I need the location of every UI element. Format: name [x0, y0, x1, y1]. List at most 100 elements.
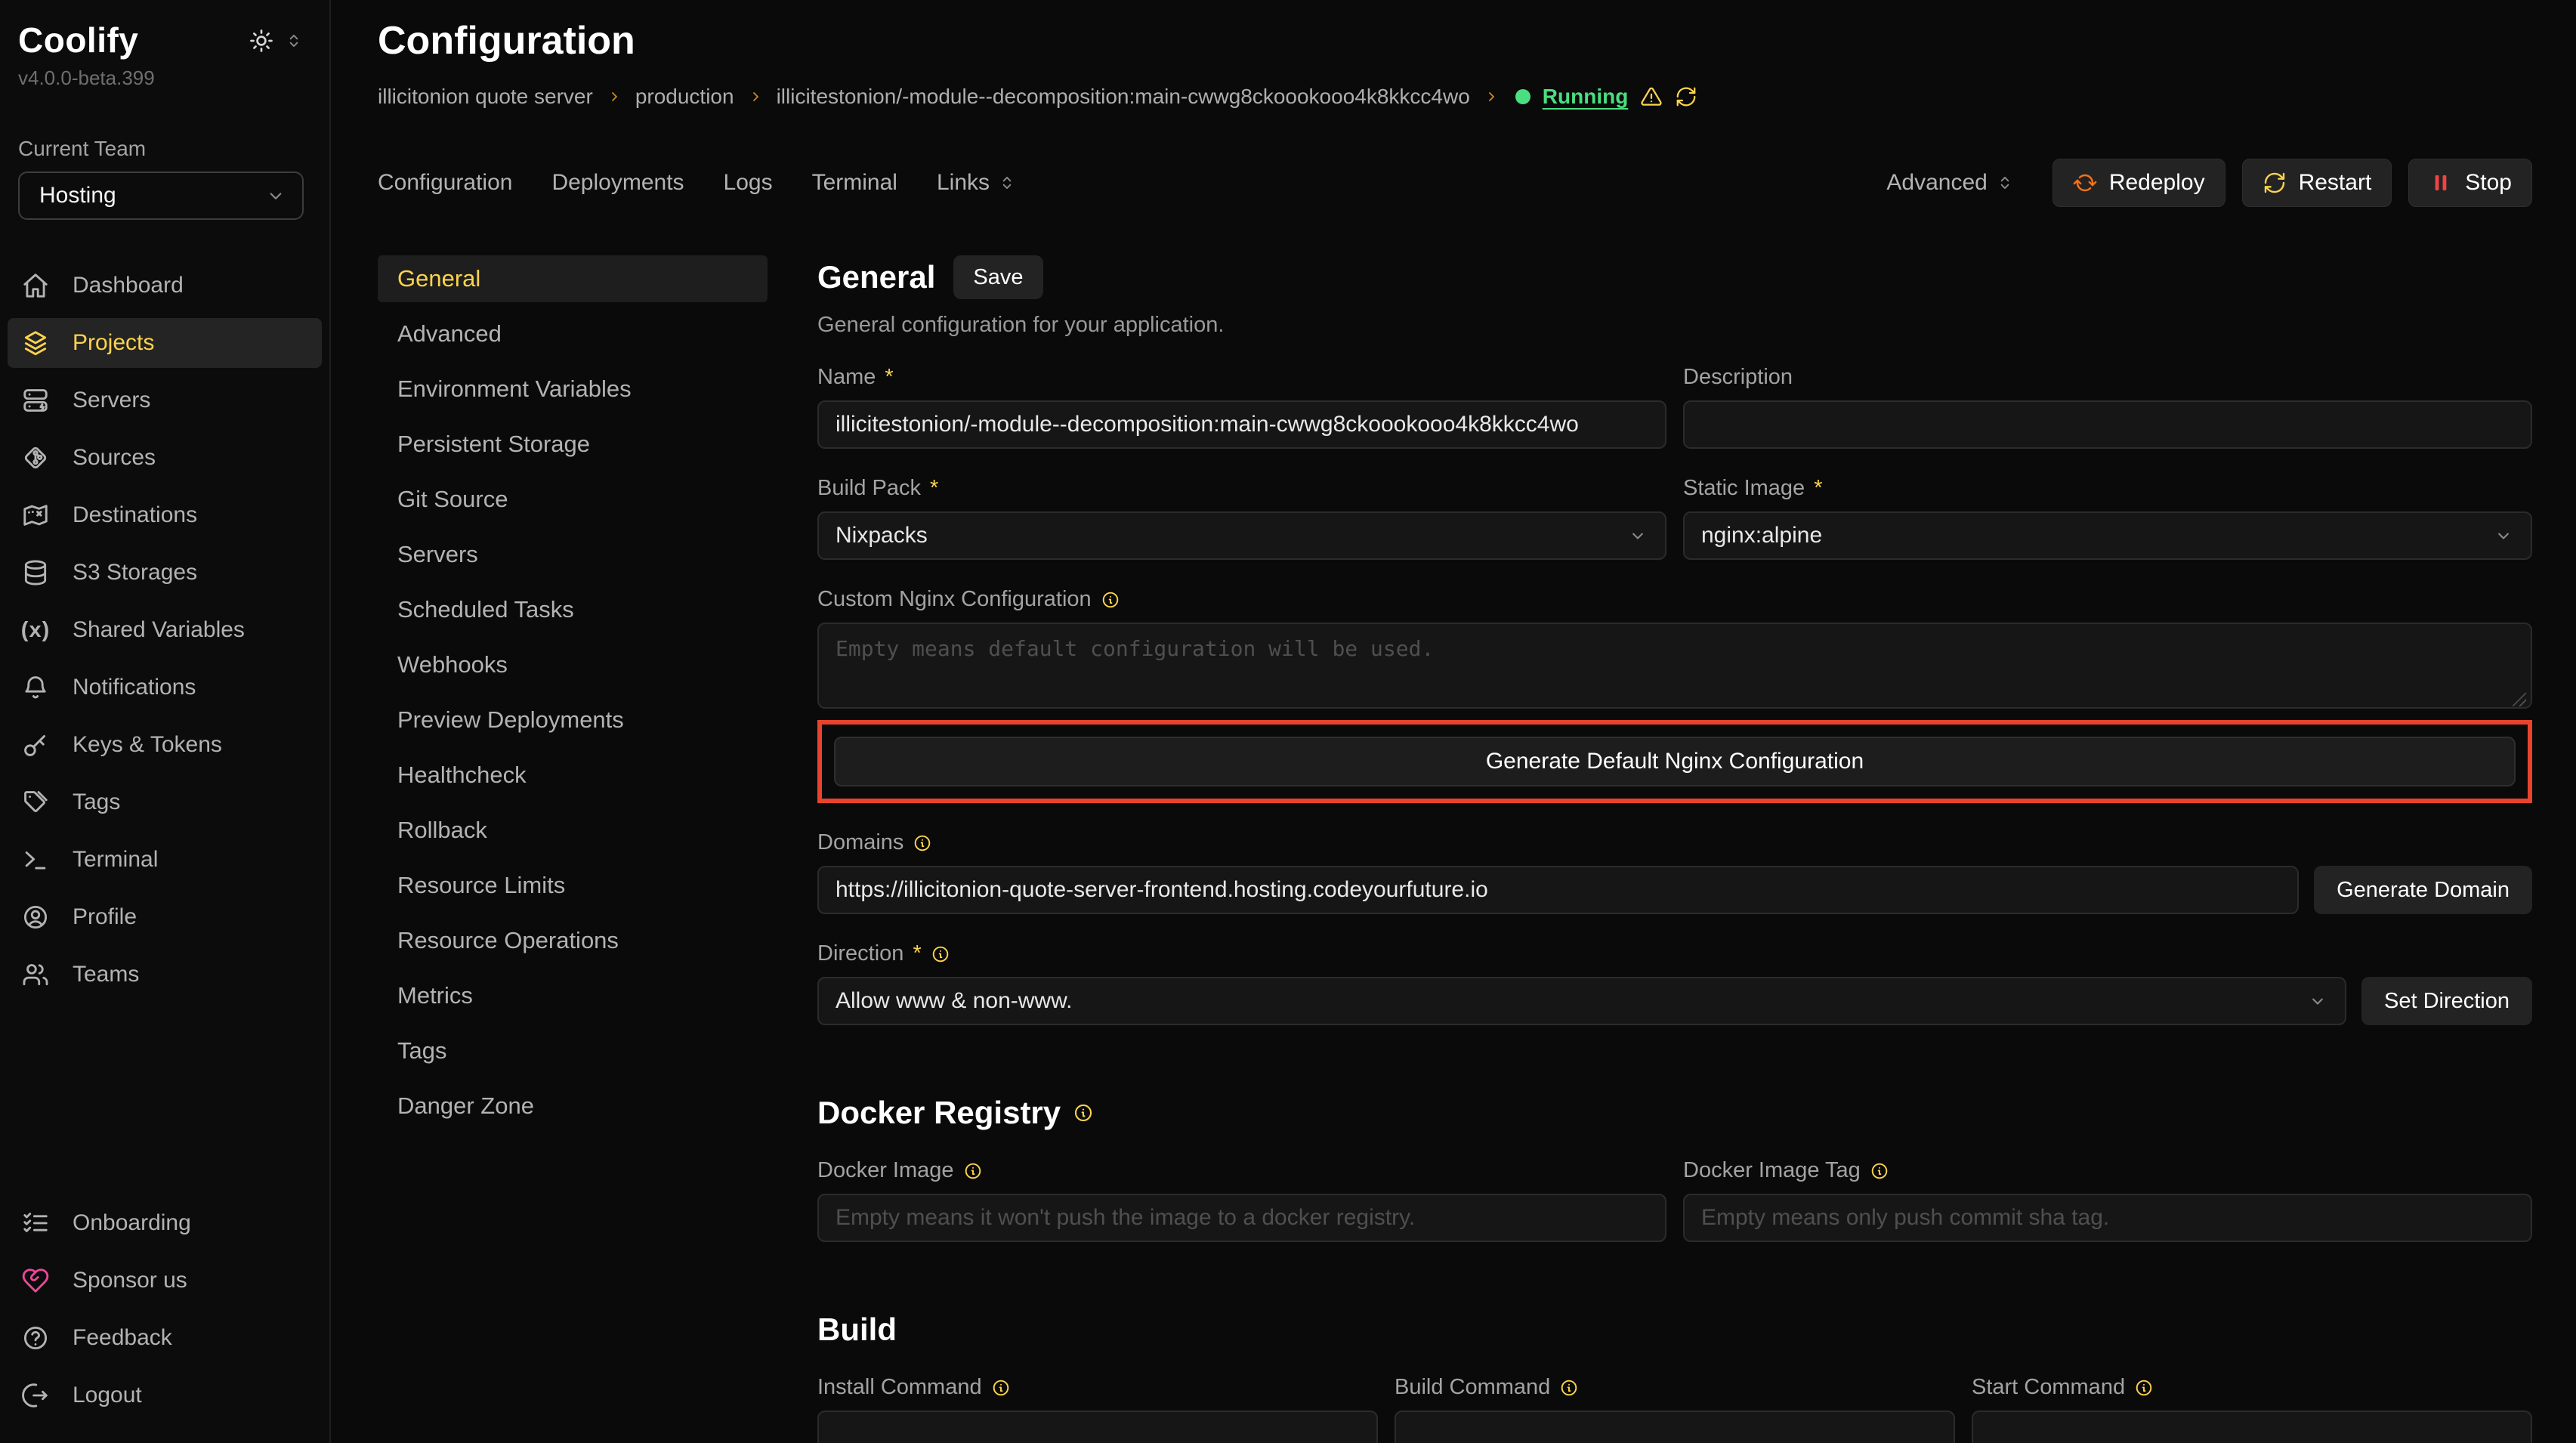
sun-icon[interactable] — [248, 27, 275, 54]
users-icon — [21, 960, 50, 989]
config-nav-scheduled-tasks[interactable]: Scheduled Tasks — [378, 586, 768, 633]
config-nav-general[interactable]: General — [378, 255, 768, 302]
config-nav-git-source[interactable]: Git Source — [378, 476, 768, 523]
generate-domain-button[interactable]: Generate Domain — [2314, 866, 2532, 914]
section-subtitle: General configuration for your applicati… — [817, 313, 2532, 338]
info-icon — [991, 1378, 1011, 1398]
docker-image-input[interactable] — [817, 1194, 1666, 1242]
description-input[interactable] — [1683, 400, 2532, 449]
sidebar-item-teams[interactable]: Teams — [8, 950, 322, 1000]
static-image-select[interactable]: nginx:alpine — [1683, 511, 2532, 560]
user-circle-icon — [21, 903, 50, 932]
tab-terminal[interactable]: Terminal — [812, 170, 897, 196]
stop-button[interactable]: Stop — [2408, 159, 2532, 207]
chevrons-up-down-icon[interactable] — [284, 31, 304, 51]
config-nav-resource-operations[interactable]: Resource Operations — [378, 917, 768, 964]
config-nav-resource-limits[interactable]: Resource Limits — [378, 862, 768, 909]
name-input[interactable] — [817, 400, 1666, 449]
tabs: Configuration Deployments Logs Terminal Link… — [378, 170, 1017, 196]
config-nav-preview-deployments[interactable]: Preview Deployments — [378, 697, 768, 743]
docker-image-tag-input[interactable] — [1683, 1194, 2532, 1242]
sidebar-item-feedback[interactable]: Feedback — [8, 1313, 322, 1363]
static-image-value: nginx:alpine — [1701, 523, 1822, 548]
sidebar-item-keys-tokens[interactable]: Keys & Tokens — [8, 720, 322, 770]
brand-row: Coolify v4.0.0-beta.399 — [0, 20, 329, 90]
config-nav-environment-variables[interactable]: Environment Variables — [378, 366, 768, 413]
build-command-input[interactable] — [1395, 1411, 1955, 1443]
refresh-status-icon[interactable] — [1675, 85, 1697, 108]
sidebar-item-tags[interactable]: Tags — [8, 777, 322, 827]
install-command-input[interactable] — [817, 1411, 1378, 1443]
config-nav-advanced[interactable]: Advanced — [378, 311, 768, 357]
sidebar-item-label: S3 Storages — [73, 560, 197, 586]
sidebar-item-destinations[interactable]: Destinations — [8, 490, 322, 540]
bell-icon — [21, 673, 50, 702]
theme-switcher[interactable] — [248, 27, 304, 54]
sidebar-item-sources[interactable]: Sources — [8, 433, 322, 483]
breadcrumb-item[interactable]: production — [635, 85, 734, 109]
start-command-input[interactable] — [1972, 1411, 2532, 1443]
install-command-label: Install Command — [817, 1375, 1378, 1400]
config-nav-servers[interactable]: Servers — [378, 531, 768, 578]
direction-value: Allow www & non-www. — [836, 988, 1072, 1014]
config-nav-persistent-storage[interactable]: Persistent Storage — [378, 421, 768, 468]
config-nav-rollback[interactable]: Rollback — [378, 807, 768, 854]
sidebar-item-label: Destinations — [73, 502, 197, 528]
tab-links[interactable]: Links — [937, 170, 1017, 196]
config-nav-metrics[interactable]: Metrics — [378, 972, 768, 1019]
sidebar-item-label: Shared Variables — [73, 617, 245, 643]
sidebar-item-projects[interactable]: Projects — [8, 318, 322, 368]
sidebar-item-label: Notifications — [73, 675, 196, 700]
generate-nginx-config-button[interactable]: Generate Default Nginx Configuration — [834, 737, 2516, 786]
chevrons-up-down-icon — [997, 173, 1017, 193]
logout-icon — [21, 1381, 50, 1410]
config-nav-healthcheck[interactable]: Healthcheck — [378, 752, 768, 799]
tab-label: Logs — [724, 170, 773, 196]
domains-label: Domains — [817, 830, 2532, 855]
page-title: Configuration — [378, 18, 2532, 63]
custom-nginx-textarea[interactable] — [817, 623, 2532, 709]
direction-select[interactable]: Allow www & non-www. — [817, 977, 2346, 1025]
sidebar-item-terminal[interactable]: Terminal — [8, 835, 322, 885]
restart-button[interactable]: Restart — [2242, 159, 2392, 207]
app-logo: Coolify — [18, 20, 155, 60]
sidebar-item-logout[interactable]: Logout — [8, 1370, 322, 1420]
sidebar-item-dashboard[interactable]: Dashboard — [8, 261, 322, 311]
sidebar-item-servers[interactable]: Servers — [8, 375, 322, 425]
sidebar-item-label: Feedback — [73, 1325, 172, 1351]
domains-input[interactable] — [817, 866, 2299, 914]
current-team-label: Current Team — [18, 137, 311, 161]
save-button[interactable]: Save — [953, 255, 1042, 299]
chevron-down-icon — [1627, 525, 1648, 546]
build-pack-select[interactable]: Nixpacks — [817, 511, 1666, 560]
info-icon — [2134, 1378, 2154, 1398]
advanced-dropdown[interactable]: Advanced — [1886, 170, 2014, 196]
set-direction-button[interactable]: Set Direction — [2361, 977, 2532, 1025]
config-nav-webhooks[interactable]: Webhooks — [378, 641, 768, 688]
content: General Advanced Environment Variables Pers… — [378, 255, 2532, 1443]
info-icon — [931, 944, 950, 964]
redeploy-button[interactable]: Redeploy — [2052, 159, 2225, 207]
name-label: Name* — [817, 365, 1666, 390]
docker-image-label: Docker Image — [817, 1158, 1666, 1183]
sidebar-item-s3-storages[interactable]: S3 Storages — [8, 548, 322, 598]
sidebar-item-notifications[interactable]: Notifications — [8, 663, 322, 712]
sidebar-item-shared-variables[interactable]: (x)Shared Variables — [8, 605, 322, 655]
sidebar-item-sponsor-us[interactable]: Sponsor us — [8, 1256, 322, 1305]
sidebar-item-profile[interactable]: Profile — [8, 892, 322, 942]
button-label: Restart — [2299, 170, 2372, 196]
tab-logs[interactable]: Logs — [724, 170, 773, 196]
team-select[interactable]: Hosting — [18, 171, 304, 220]
config-nav-danger-zone[interactable]: Danger Zone — [378, 1083, 768, 1129]
tab-deployments[interactable]: Deployments — [551, 170, 684, 196]
sidebar-item-label: Tags — [73, 789, 120, 815]
sidebar-item-onboarding[interactable]: Onboarding — [8, 1198, 322, 1248]
breadcrumb-item[interactable]: illicitestonion/-module--decomposition:m… — [777, 85, 1470, 109]
checklist-icon — [21, 1209, 50, 1238]
textarea-resize-handle[interactable] — [2513, 693, 2526, 706]
status-running-link[interactable]: Running — [1543, 85, 1629, 109]
tab-configuration[interactable]: Configuration — [378, 170, 512, 196]
breadcrumb-item[interactable]: illicitonion quote server — [378, 85, 593, 109]
config-nav-tags[interactable]: Tags — [378, 1027, 768, 1074]
sidebar: Coolify v4.0.0-beta.399 Current Team Hos… — [0, 0, 331, 1443]
